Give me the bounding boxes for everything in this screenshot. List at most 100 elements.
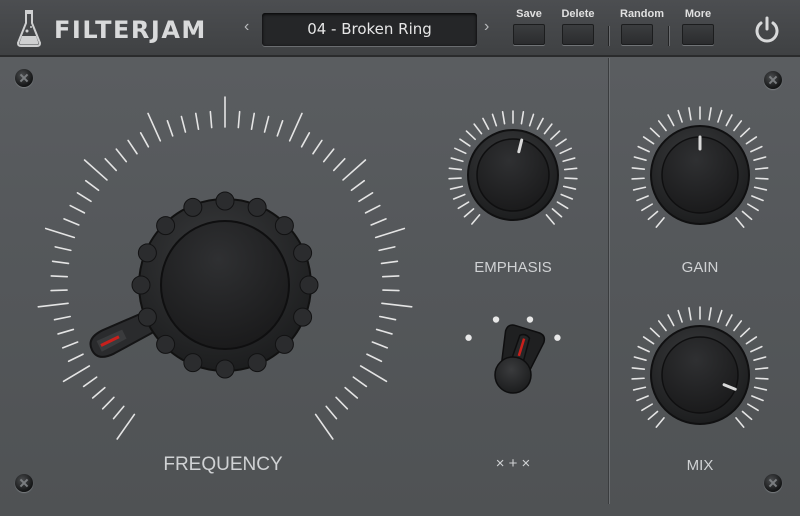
scale-tick: [555, 138, 567, 147]
scale-tick: [359, 365, 388, 383]
scale-tick: [465, 130, 476, 141]
scale-tick: [677, 309, 683, 323]
scale-tick: [82, 376, 98, 388]
scale-tick: [747, 203, 759, 212]
scale-tick: [536, 117, 544, 130]
scale-tick: [350, 179, 366, 192]
scale-tick: [325, 405, 338, 420]
scale-tick: [520, 111, 525, 125]
scale-tick: [76, 191, 92, 203]
scale-tick: [322, 148, 335, 163]
scale-tick: [101, 396, 115, 410]
scale-tick: [741, 410, 753, 421]
scale-tick: [753, 186, 768, 191]
scale-tick: [725, 314, 733, 327]
scale-tick: [501, 111, 506, 125]
frequency-knob[interactable]: [86, 191, 319, 379]
scale-tick: [755, 177, 769, 180]
scale-tick: [335, 396, 349, 410]
scale-tick: [562, 157, 576, 163]
scale-tick: [655, 217, 665, 228]
plugin-window: FILTERJAM ‹ 04 - Broken Ring › Save Dele…: [0, 0, 800, 516]
scale-tick: [375, 328, 393, 335]
scale-tick: [300, 132, 311, 148]
scale-tick: [563, 167, 578, 171]
scale-tick: [116, 413, 136, 440]
scale-tick: [750, 145, 763, 153]
scale-tick: [237, 110, 241, 129]
grip-bump: [293, 243, 313, 263]
scale-tick: [288, 112, 303, 142]
grip-bump: [274, 334, 294, 354]
grip-bump: [137, 307, 157, 327]
grip-bump: [215, 359, 235, 379]
scale-tick: [50, 275, 69, 278]
scale-tick: [91, 386, 106, 399]
frequency-knob-cap: [160, 220, 290, 350]
scale-tick: [473, 123, 483, 135]
scale-tick: [448, 167, 463, 171]
scale-tick: [564, 177, 578, 180]
scale-tick: [370, 218, 387, 226]
scale-tick: [708, 107, 712, 121]
scale-tick: [37, 302, 69, 308]
scale-tick: [263, 115, 270, 133]
multiplier-switch[interactable]: [494, 323, 546, 394]
scale-tick: [560, 193, 574, 200]
scale-tick: [379, 315, 397, 321]
grip-bump: [156, 334, 176, 354]
scale-tick: [381, 275, 400, 278]
gain-knob[interactable]: [650, 125, 750, 225]
scale-tick: [647, 410, 659, 421]
scale-tick: [380, 260, 399, 265]
scale-tick: [655, 417, 665, 428]
scale-tick: [642, 136, 655, 145]
scale-tick: [352, 376, 368, 388]
scale-tick: [562, 185, 577, 190]
scale-tick: [54, 246, 72, 252]
scale-tick: [753, 356, 767, 361]
grip-bump: [247, 353, 267, 373]
scale-tick: [104, 157, 118, 172]
scale-tick: [559, 147, 572, 155]
scale-tick: [735, 417, 745, 428]
scale-tick: [688, 107, 692, 121]
scale-tick: [642, 336, 655, 345]
emphasis-knob[interactable]: [467, 129, 559, 221]
knob-layer: [37, 96, 769, 440]
scale-tick: [545, 214, 555, 225]
scale-tick: [378, 246, 396, 252]
scale-tick: [735, 217, 745, 228]
gain-label: GAIN: [681, 259, 719, 276]
mix-label: MIX: [686, 457, 714, 474]
scale-tick: [631, 177, 645, 180]
scale-tick: [636, 395, 649, 402]
scale-tick: [450, 157, 464, 163]
scale-tick: [457, 201, 470, 210]
scale-tick: [657, 120, 667, 132]
grip-bump: [299, 275, 319, 295]
scale-tick: [637, 345, 650, 353]
multiplier-position-dot: [526, 316, 534, 323]
scale-tick: [314, 413, 334, 440]
scale-tick: [84, 179, 100, 192]
scale-tick: [459, 138, 471, 147]
scale-tick: [381, 302, 413, 308]
scale-tick: [667, 314, 675, 327]
scale-tick: [725, 114, 733, 127]
scale-tick: [452, 193, 466, 200]
scale-tick: [631, 377, 645, 380]
grip-bump: [137, 243, 157, 263]
scale-tick: [61, 341, 79, 349]
mix-knob[interactable]: [650, 325, 750, 425]
scale-tick: [364, 204, 381, 214]
scale-tick: [754, 167, 769, 170]
scale-tick: [366, 353, 383, 363]
scale-tick: [745, 336, 758, 345]
scale-tick: [677, 109, 683, 123]
grip-bump: [215, 191, 235, 211]
scale-tick: [332, 157, 346, 172]
scale-tick: [708, 307, 712, 321]
scale-tick: [641, 403, 653, 412]
scale-tick: [631, 167, 646, 170]
